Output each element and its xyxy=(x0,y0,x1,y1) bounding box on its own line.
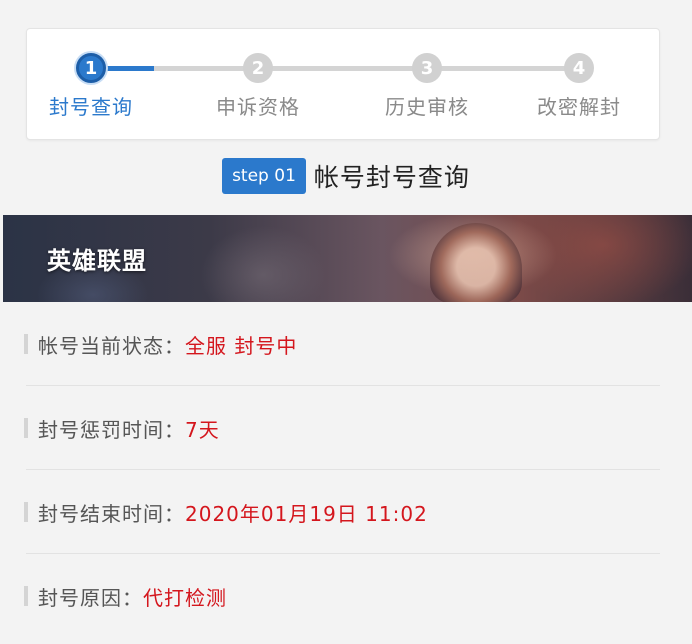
info-row-ban-reason: 封号原因： 代打检测 xyxy=(0,554,692,638)
info-label: 封号原因： xyxy=(38,585,143,610)
info-row-account-status: 帐号当前状态： 全服 封号中 xyxy=(0,302,692,386)
info-value: 代打检测 xyxy=(143,585,227,610)
row-marker xyxy=(24,502,28,522)
game-banner: 英雄联盟 xyxy=(3,215,692,302)
row-marker xyxy=(24,586,28,606)
ban-info-list: 帐号当前状态： 全服 封号中 封号惩罚时间： 7天 封号结束时间： 2020年0… xyxy=(0,302,692,638)
step-number-circle: 4 xyxy=(564,53,594,83)
step-heading: step 01 帐号封号查询 xyxy=(0,158,692,194)
step-label: 封号查询 xyxy=(49,95,133,119)
step-label: 改密解封 xyxy=(537,95,621,119)
info-value: 2020年01月19日 11:02 xyxy=(185,501,428,526)
row-marker xyxy=(24,418,28,438)
step-change-password-unban[interactable]: 4 改密解封 xyxy=(514,53,644,120)
step-number-circle: 2 xyxy=(243,53,273,83)
step-number-circle: 1 xyxy=(76,53,106,83)
stepper-card: 1 封号查询 2 申诉资格 3 历史审核 4 改密解封 xyxy=(26,28,660,140)
step-appeal-eligibility[interactable]: 2 申诉资格 xyxy=(193,53,323,120)
info-label: 帐号当前状态： xyxy=(38,333,185,358)
info-label: 封号惩罚时间： xyxy=(38,417,185,442)
row-marker xyxy=(24,334,28,354)
step-label: 申诉资格 xyxy=(216,95,300,119)
info-row-ban-end-time: 封号结束时间： 2020年01月19日 11:02 xyxy=(0,470,692,554)
info-value: 全服 封号中 xyxy=(185,333,298,358)
step-badge: step 01 xyxy=(222,158,306,194)
info-row-ban-duration: 封号惩罚时间： 7天 xyxy=(0,386,692,470)
info-label: 封号结束时间： xyxy=(38,501,185,526)
step-label: 历史审核 xyxy=(385,95,469,119)
progress-track xyxy=(91,66,579,71)
step-number-circle: 3 xyxy=(412,53,442,83)
step-title: 帐号封号查询 xyxy=(313,163,470,192)
game-title: 英雄联盟 xyxy=(47,247,147,275)
info-value: 7天 xyxy=(185,417,220,442)
step-history-review[interactable]: 3 历史审核 xyxy=(362,53,492,120)
step-query[interactable]: 1 封号查询 xyxy=(26,53,156,120)
champion-artwork-image xyxy=(430,223,522,302)
